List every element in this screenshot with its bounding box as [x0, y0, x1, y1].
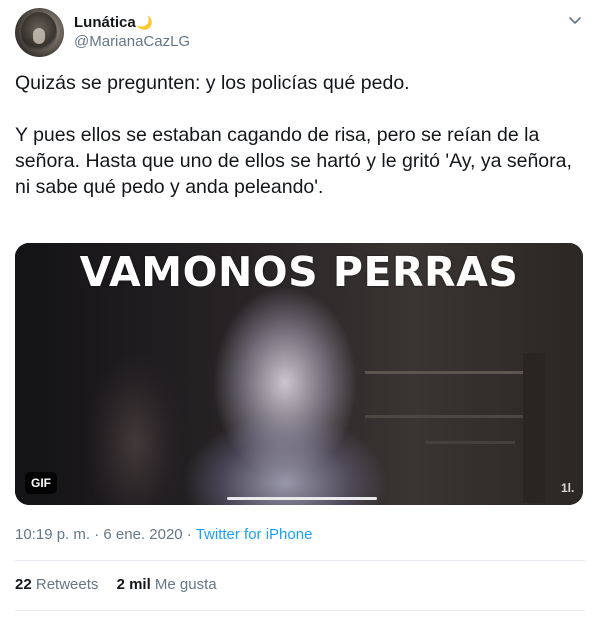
divider — [15, 610, 585, 611]
gif-badge: GIF — [25, 472, 57, 494]
retweets-count: 22 — [15, 576, 32, 593]
gif-progress-bar — [227, 497, 377, 500]
tweet-time[interactable]: 10:19 p. m. — [15, 526, 90, 543]
watermark-icon: 1l. — [561, 481, 575, 495]
retweets-stat[interactable]: 22 Retweets — [15, 576, 98, 593]
background-shelf — [365, 415, 525, 418]
tweet-stats: 22 Retweets 2 mil Me gusta — [15, 576, 231, 593]
tweet-text: Quizás se pregunten: y los policías qué … — [15, 72, 572, 198]
avatar[interactable] — [15, 8, 64, 57]
avatar-hand — [33, 28, 45, 44]
tweet-source-link[interactable]: Twitter for iPhone — [196, 526, 313, 543]
background-shelf — [365, 371, 525, 374]
divider — [15, 560, 585, 561]
author-display-name: Lunática — [74, 14, 136, 31]
likes-count: 2 mil — [116, 576, 151, 593]
tweet-date[interactable]: 6 ene. 2020 — [103, 526, 182, 543]
retweets-label: Retweets — [35, 576, 99, 593]
author-name[interactable]: Lunática🌙 — [74, 14, 153, 31]
likes-stat[interactable]: 2 mil Me gusta — [117, 576, 217, 593]
likes-label: Me gusta — [154, 576, 217, 593]
gif-media[interactable]: VAMONOS PERRAS GIF 1l. — [15, 243, 583, 505]
moon-emoji: 🌙 — [136, 15, 153, 30]
tweet-header: Lunática🌙 @MarianaCazLG — [15, 8, 585, 58]
meta-separator: · — [90, 526, 104, 543]
background-shelf — [425, 441, 515, 444]
meta-separator: · — [182, 526, 196, 543]
author-handle[interactable]: @MarianaCazLG — [74, 33, 190, 50]
background-pillar — [523, 353, 545, 503]
chevron-down-icon[interactable] — [568, 13, 582, 27]
tweet-meta: 10:19 p. m. · 6 ene. 2020 · Twitter for … — [15, 526, 312, 543]
gif-caption: VAMONOS PERRAS — [79, 248, 519, 296]
